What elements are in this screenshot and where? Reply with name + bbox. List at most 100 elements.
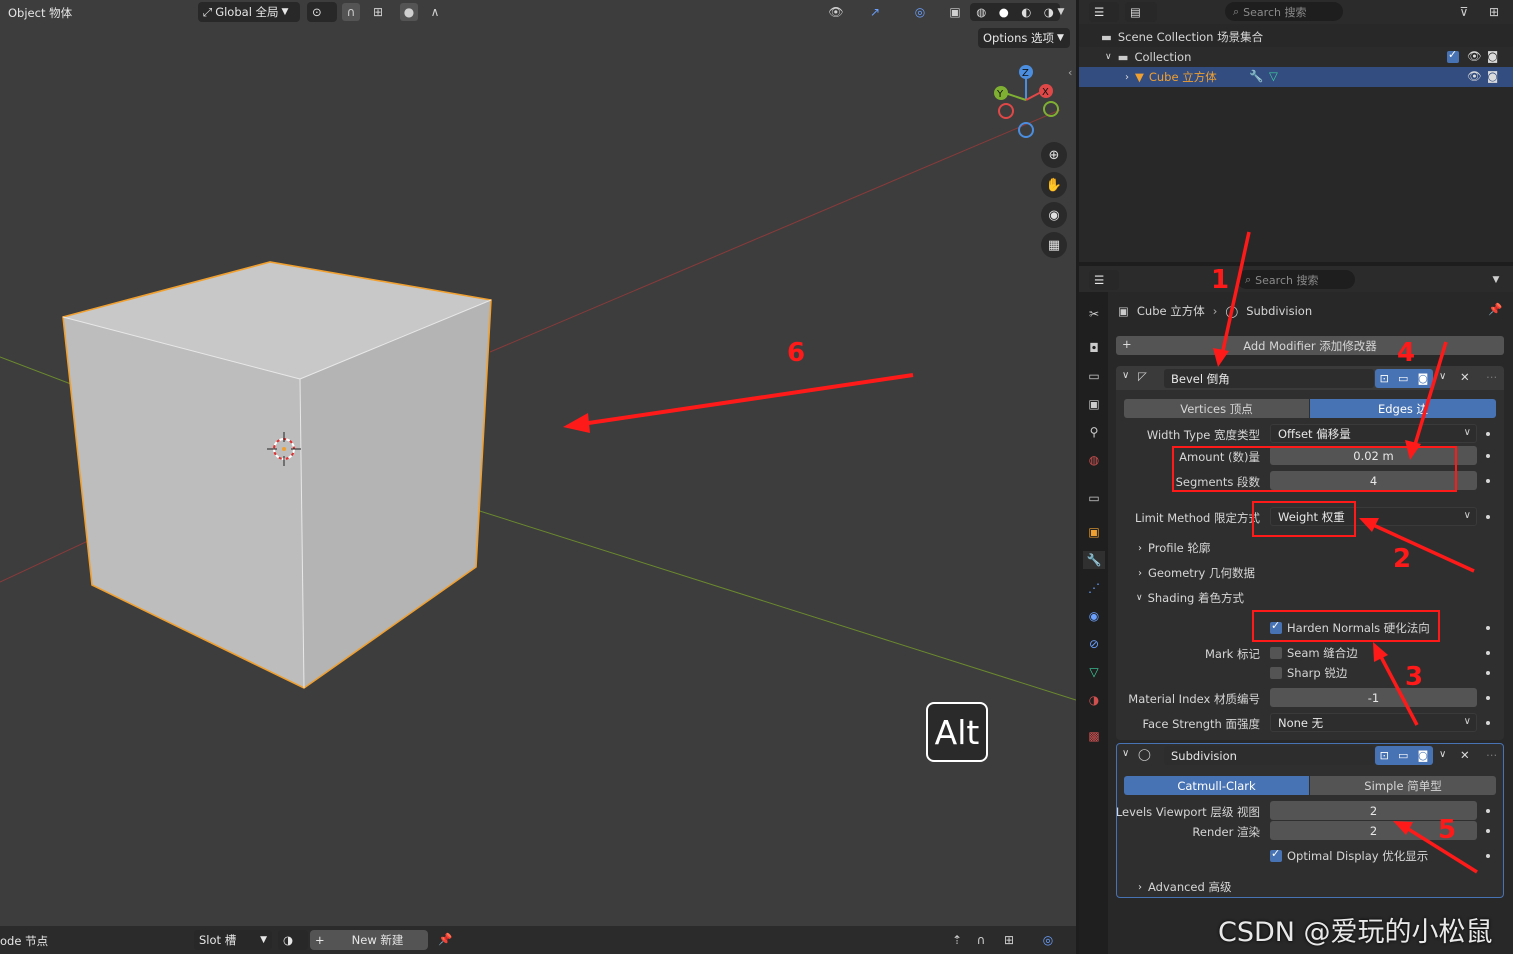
outliner-search-input[interactable]: ⌕ Search 搜索: [1225, 2, 1343, 21]
camera-view-button[interactable]: ◉: [1041, 202, 1067, 228]
z-label: Z: [1022, 68, 1029, 79]
annotation-number-1: 1: [1211, 265, 1230, 295]
x-axis-line-right: [489, 109, 1061, 353]
material-sphere-icon: ◑: [283, 933, 294, 947]
magnet-icon: ∩: [976, 933, 986, 947]
node-label: ode 节点: [0, 934, 49, 948]
neg-z-axis-handle: [1018, 122, 1034, 138]
collection-icon: ▬: [1101, 30, 1112, 44]
pan-button[interactable]: ✋: [1041, 172, 1067, 198]
outliner-row-cube[interactable]: › ▼ Cube 立方体 🔧 ▽ 👁 ◙: [1079, 67, 1513, 87]
proportional-icon: ●: [403, 5, 415, 19]
perspective-toggle-button[interactable]: ▦: [1041, 232, 1067, 258]
y-label: Y: [996, 89, 1004, 100]
overlays-toggle[interactable]: ◎: [902, 3, 938, 21]
chevron-right-icon: ›: [1125, 71, 1129, 83]
filter-icon: ⊽: [1459, 5, 1469, 19]
snap-toggle[interactable]: ∩: [342, 3, 360, 21]
mesh-object-icon: ▼: [1135, 70, 1144, 84]
xray-toggle[interactable]: ▣: [946, 3, 964, 21]
pivot-dropdown[interactable]: ⊙: [307, 2, 337, 22]
outliner-row-scene-collection[interactable]: ▬ Scene Collection 场景集合: [1101, 28, 1263, 46]
mode-label[interactable]: Object 物体: [8, 5, 72, 21]
sidebar-toggle-icon[interactable]: ‹: [1068, 66, 1072, 79]
gizmo-icon: ↗: [869, 5, 881, 19]
overlay-uv-toggle[interactable]: ◎: [1030, 931, 1066, 949]
3d-viewport[interactable]: Object 物体 ⤢ Global 全局 ▼ ⊙ ∩ ⊞ ● ∧ 👁 ↗ ◎ …: [0, 0, 1076, 954]
new-collection-button[interactable]: ⊞: [1485, 3, 1503, 21]
material-browse-dropdown[interactable]: ◑: [278, 930, 308, 950]
grid-icon: ▦: [1047, 237, 1061, 253]
pivot-icon: ⊙: [312, 5, 322, 19]
camera-icon: ◉: [1048, 207, 1060, 223]
annotation-arrows: [1213, 231, 1478, 874]
overlays-icon: ◎: [914, 5, 926, 19]
eye-icon[interactable]: 👁: [1467, 49, 1482, 63]
material-shading-icon[interactable]: ◐: [1021, 5, 1031, 19]
outliner-row-collection[interactable]: ∨ ▬ Collection 👁 ◙: [1079, 47, 1513, 67]
annotation-number-6: 6: [787, 338, 806, 368]
outliner-icon: ☰: [1094, 5, 1105, 19]
options-label: Options 选项: [983, 31, 1055, 45]
options-dropdown[interactable]: Options 选项 ▼: [978, 28, 1070, 48]
eye-icon: 👁: [828, 5, 844, 19]
y-axis-line-right: [403, 486, 1076, 701]
annotation-arrow-5: [1393, 821, 1478, 874]
pin-icon[interactable]: 📌: [438, 932, 452, 946]
eye-icon[interactable]: 👁: [1467, 69, 1482, 83]
annotation-arrow-2: [1359, 518, 1475, 573]
shading-options-dropdown[interactable]: ▼: [1052, 3, 1070, 21]
parent-icon: ⇡: [951, 933, 963, 947]
camera-icon[interactable]: ◙: [1487, 69, 1498, 83]
new-label: New 新建: [351, 933, 404, 947]
display-mode-dropdown[interactable]: ▤: [1125, 2, 1157, 22]
proportional-edit-toggle[interactable]: ●: [400, 3, 418, 21]
annotation-arrow-1: [1213, 231, 1251, 367]
annotation-number-3: 3: [1405, 662, 1424, 692]
parent-toggle[interactable]: ⇡: [948, 931, 966, 949]
visibility-dropdown[interactable]: 👁: [820, 3, 852, 21]
neg-y-axis-handle: [1043, 101, 1059, 117]
cube-left-face: [63, 317, 304, 688]
collection-label: Collection: [1134, 50, 1192, 64]
filter-dropdown[interactable]: ⊽: [1449, 3, 1479, 21]
zoom-button[interactable]: ⊕: [1041, 142, 1067, 168]
exclude-checkbox[interactable]: [1447, 48, 1459, 63]
snap-toggle-footer[interactable]: ∩: [972, 931, 990, 949]
annotation-number-2: 2: [1393, 544, 1412, 574]
solid-shading-icon[interactable]: ●: [999, 5, 1009, 19]
slot-label: Slot 槽: [199, 933, 237, 947]
outliner-search-placeholder: Search 搜索: [1243, 5, 1307, 19]
zoom-icon: ⊕: [1048, 147, 1060, 163]
wireframe-shading-icon[interactable]: ◍: [976, 5, 986, 19]
viewport-header: Object 物体 ⤢ Global 全局 ▼ ⊙ ∩ ⊞ ● ∧ 👁 ↗ ◎ …: [0, 0, 1076, 26]
xray-icon: ▣: [949, 5, 961, 19]
plus-icon: +: [315, 933, 325, 947]
gizmo-toggle[interactable]: ↗: [857, 3, 893, 21]
x-label: X: [1042, 87, 1049, 98]
falloff-curve-icon: ∧: [430, 5, 440, 19]
magnet-icon: ∩: [346, 5, 356, 19]
annotation-arrow-6: [563, 373, 914, 433]
camera-icon[interactable]: ◙: [1487, 49, 1498, 63]
wrench-icon[interactable]: 🔧: [1249, 69, 1263, 83]
new-material-button[interactable]: + New 新建: [310, 930, 428, 950]
viewport-footer: ode 节点 Slot 槽 ▼ ◑ + New 新建 📌 ⇡ ∩ ⊞ ◎: [0, 926, 1076, 954]
falloff-dropdown[interactable]: ∧: [421, 3, 449, 21]
cube-label: Cube 立方体: [1148, 70, 1217, 84]
snap-options-dropdown[interactable]: ⊞: [994, 931, 1024, 949]
watermark: CSDN @爱玩的小松鼠: [1218, 917, 1493, 948]
editor-type-dropdown[interactable]: ☰: [1089, 2, 1119, 22]
hand-icon: ✋: [1045, 177, 1063, 193]
chevron-down-icon: ▼: [1057, 33, 1064, 43]
navigation-gizmo[interactable]: Z Y X: [988, 60, 1068, 142]
snap-target-dropdown[interactable]: ⊞: [364, 3, 392, 21]
chevron-down-icon: ▼: [281, 7, 289, 17]
new-collection-icon: ⊞: [1488, 5, 1500, 19]
snap-increment-icon: ⊞: [1003, 933, 1015, 947]
transform-label: Global 全局: [215, 5, 279, 19]
chevron-down-icon: ▼: [260, 935, 267, 945]
mesh-data-icon[interactable]: ▽: [1269, 69, 1278, 83]
slot-dropdown[interactable]: Slot 槽 ▼: [194, 930, 272, 950]
transform-orientation-dropdown[interactable]: ⤢ Global 全局 ▼: [198, 2, 300, 22]
